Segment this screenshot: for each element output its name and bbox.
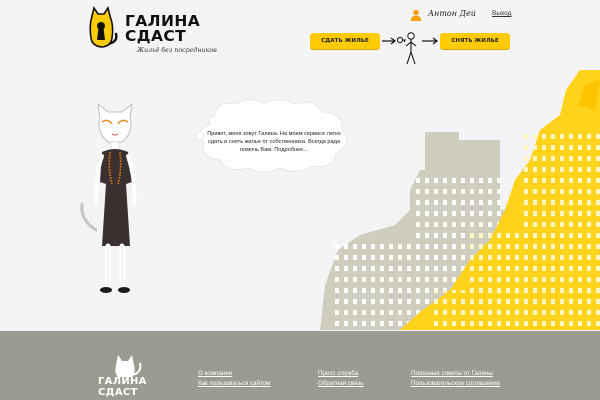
- footer: [0, 331, 600, 400]
- logo-tagline: Жильё без посредников: [137, 47, 217, 54]
- footer-logo-title: ГАЛИНА СДАСТ: [98, 376, 147, 398]
- page: ГАЛИНА СДАСТ Жильё без посредников Антон…: [0, 0, 600, 400]
- site-logo[interactable]: ГАЛИНА СДАСТ Жильё без посредников: [88, 6, 228, 54]
- footer-link-how-to-use[interactable]: Как пользоваться сайтом: [198, 380, 270, 387]
- footer-logo-line-2: СДАСТ: [98, 386, 138, 398]
- footer-link-press[interactable]: Пресс служба: [318, 370, 358, 377]
- user-icon: [410, 9, 422, 21]
- footer-link-tips[interactable]: Полезные советы от Галины: [411, 370, 493, 377]
- cat-character-illustration: [80, 102, 137, 293]
- logo-line-2: СДАСТ: [125, 27, 187, 45]
- logo-title: ГАЛИНА СДАСТ: [125, 13, 200, 45]
- footer-logo-line-1: ГАЛИНА: [98, 376, 147, 387]
- cat-keyhole-icon: [89, 6, 118, 48]
- footer-link-feedback[interactable]: Обратная связь: [318, 380, 364, 387]
- rent-home-button[interactable]: СНЯТЬ ЖИЛЬЕ: [440, 33, 510, 49]
- footer-link-about[interactable]: О компании: [198, 370, 232, 377]
- rent-out-button[interactable]: СДАТЬ ЖИЛЬЕ: [310, 33, 380, 49]
- user-name: Антон Дей: [428, 9, 476, 18]
- footer-link-terms[interactable]: Пользовательское соглашение: [411, 380, 500, 387]
- logout-link[interactable]: Выход: [492, 10, 511, 17]
- intro-text[interactable]: Привет, меня зовут Галина. На моем серви…: [206, 130, 342, 155]
